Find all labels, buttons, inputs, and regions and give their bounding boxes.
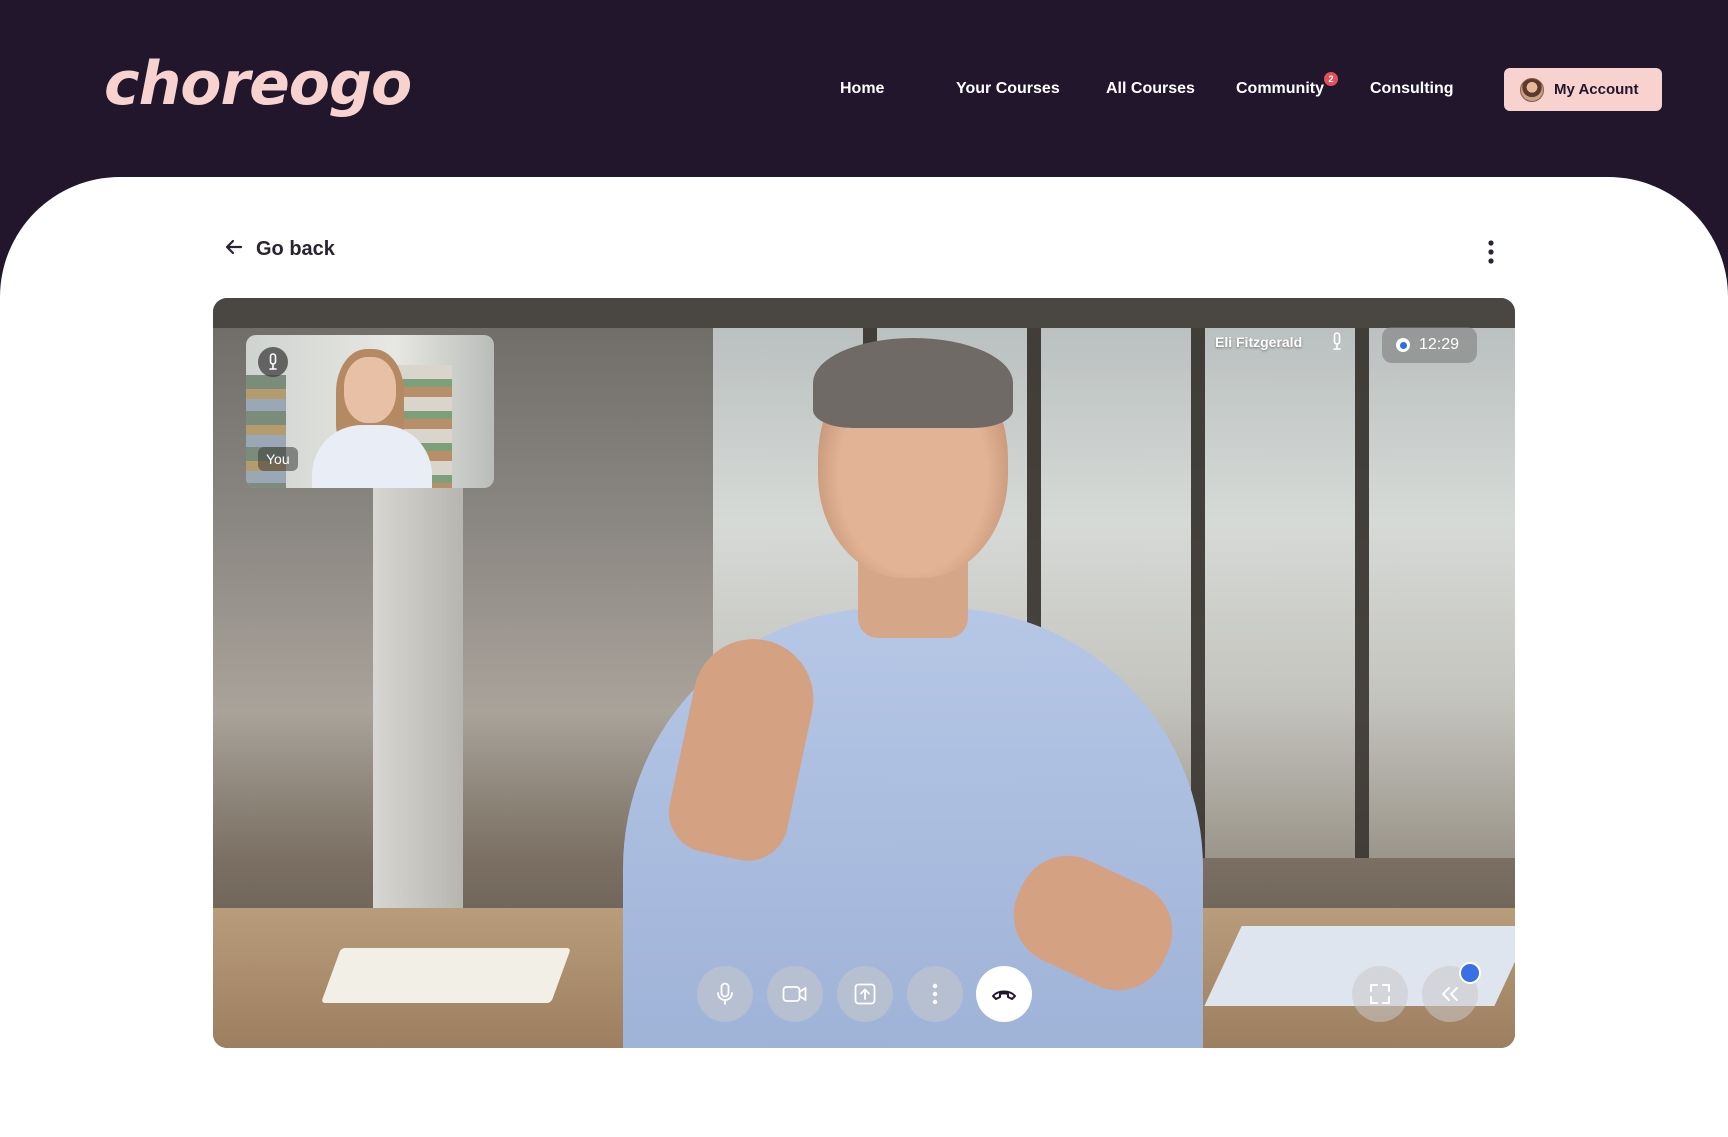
go-back-label: Go back	[256, 238, 335, 260]
nav-home[interactable]: Home	[840, 80, 884, 98]
top-header: choreogo Home Your Courses All Courses C…	[0, 0, 1728, 178]
elapsed-time: 12:29	[1419, 336, 1460, 353]
microphone-button[interactable]	[697, 966, 753, 1022]
my-account-button[interactable]: My Account	[1504, 68, 1662, 111]
share-screen-button[interactable]	[837, 966, 893, 1022]
remote-participant-name: Eli Fitzgerald	[1215, 334, 1303, 350]
notification-badge: 2	[1324, 72, 1338, 86]
avatar	[1520, 77, 1544, 102]
nav-community[interactable]: Community 2	[1236, 72, 1338, 98]
video-camera-icon	[782, 986, 807, 1002]
remote-participant-video	[623, 338, 1203, 1048]
self-label: You	[258, 447, 298, 471]
nav-all-courses[interactable]: All Courses	[1106, 80, 1195, 98]
more-vertical-icon	[1488, 240, 1494, 264]
brand-logo[interactable]: choreogo	[104, 54, 412, 114]
page-more-options-button[interactable]	[1480, 238, 1502, 266]
more-vertical-icon	[932, 983, 938, 1005]
video-call-stage[interactable]: You Eli Fitzgerald 12:29	[213, 298, 1515, 1048]
chevrons-left-icon	[1442, 987, 1458, 1001]
microphone-icon	[269, 353, 277, 370]
nav-your-courses[interactable]: Your Courses	[956, 80, 1060, 98]
microphone-icon	[717, 982, 733, 1005]
fullscreen-button[interactable]	[1352, 966, 1408, 1022]
nav-community-label: Community	[1236, 80, 1324, 97]
arrow-left-icon	[224, 237, 244, 262]
more-options-button[interactable]	[907, 966, 963, 1022]
end-call-button[interactable]	[976, 966, 1032, 1022]
self-view-video[interactable]: You	[246, 335, 494, 488]
remote-mic-icon	[1331, 332, 1343, 357]
hang-up-icon	[992, 990, 1016, 1000]
self-mic-button[interactable]	[258, 347, 288, 377]
my-account-label: My Account	[1554, 81, 1639, 98]
notification-dot	[1459, 962, 1481, 984]
nav-consulting[interactable]: Consulting	[1370, 80, 1454, 98]
camera-button[interactable]	[767, 966, 823, 1022]
fullscreen-icon	[1370, 984, 1390, 1004]
share-screen-icon	[854, 983, 876, 1005]
go-back-link[interactable]: Go back	[224, 237, 335, 262]
recording-indicator-icon	[1396, 338, 1410, 352]
call-timer: 12:29	[1382, 327, 1477, 363]
